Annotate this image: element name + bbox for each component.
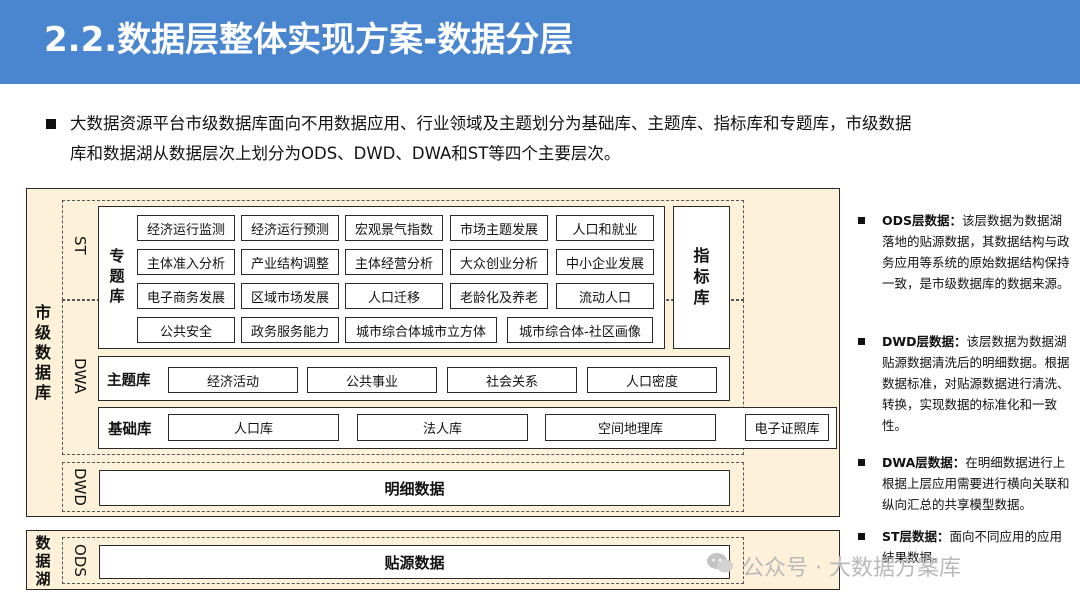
source-data-bar: 贴源数据 <box>99 545 730 579</box>
topic-database-label: 专题库 <box>102 238 132 313</box>
dwd-layer-label: DWD <box>71 468 89 506</box>
topic-cell: 主体经营分析 <box>345 249 443 275</box>
note-term: DWD层数据： <box>882 334 967 349</box>
watermark-text: 公众号 · 大数据方案库 <box>742 556 961 581</box>
city-database-label: 市级数据库 <box>28 300 58 405</box>
topic-database-label-char: 库 <box>109 286 125 305</box>
topic-cell: 大众创业分析 <box>450 249 548 275</box>
topic-cell: 区域市场发展 <box>241 283 339 309</box>
city-database-label-char: 数 <box>34 342 51 362</box>
note-paragraph: DWD层数据：该层数据为数据湖贴源数据清洗后的明细数据。根据数据标准，对贴源数据… <box>882 331 1074 436</box>
intro-line-1: 大数据资源平台市级数据库面向不用数据应用、行业领域及主题划分为基础库、主题库、指… <box>70 114 912 133</box>
note-bullet <box>858 338 865 345</box>
indicator-database-label-char: 指 <box>693 245 710 265</box>
city-database-label-char: 级 <box>34 322 51 342</box>
topic-cell: 宏观景气指数 <box>345 215 443 241</box>
topic-cell: 电子商务发展 <box>137 283 235 309</box>
topic-cell: 人口和就业 <box>556 215 654 241</box>
base-item: 人口库 <box>168 414 339 441</box>
theme-item: 公共事业 <box>307 367 437 393</box>
wechat-icon <box>706 552 734 574</box>
topic-cell: 中小企业发展 <box>556 249 654 275</box>
st-layer-label: ST <box>71 236 89 255</box>
city-database-label-char: 库 <box>34 382 51 402</box>
topic-cell: 公共安全 <box>137 317 235 343</box>
note-paragraph: ODS层数据：该层数据为数据湖落地的贴源数据，其数据结构与政务应用等系统的原始数… <box>882 210 1074 294</box>
topic-cell: 城市综合体-社区画像 <box>507 317 653 343</box>
theme-item: 人口密度 <box>587 367 717 393</box>
data-lake-label-char: 湖 <box>35 570 51 588</box>
detail-data-bar: 明细数据 <box>99 470 730 506</box>
note-term: DWA层数据： <box>882 455 966 470</box>
data-lake-label-char: 数 <box>35 534 51 552</box>
topic-cell: 城市综合体城市立方体 <box>345 317 497 343</box>
topic-cell: 人口迁移 <box>345 283 443 309</box>
topic-database-label-char: 题 <box>109 266 125 285</box>
indicator-database-label-char: 标 <box>693 266 710 286</box>
data-lake-label: 数据湖 <box>28 534 58 588</box>
topic-cell: 政务服务能力 <box>241 317 339 343</box>
topic-cell: 主体准入分析 <box>137 249 235 275</box>
note-term: ST层数据： <box>882 529 950 544</box>
base-item: 空间地理库 <box>545 414 716 441</box>
intro-bullet <box>46 119 56 129</box>
intro-line-2: 库和数据湖从数据层次上划分为ODS、DWD、DWA和ST等四个主要层次。 <box>70 144 621 163</box>
topic-cell: 市场主题发展 <box>450 215 548 241</box>
theme-database-label: 主题库 <box>107 373 151 389</box>
note-term: ODS层数据： <box>882 213 963 228</box>
city-database-label-char: 市 <box>34 302 51 322</box>
topic-cell: 经济运行监测 <box>137 215 235 241</box>
theme-item: 经济活动 <box>168 367 298 393</box>
data-lake-label-char: 据 <box>35 552 51 570</box>
topic-cell: 流动人口 <box>556 283 654 309</box>
page-title: 2.2.数据层整体实现方案-数据分层 <box>44 20 574 60</box>
city-database-label-char: 据 <box>34 362 51 382</box>
note-bullet <box>858 217 865 224</box>
base-item: 电子证照库 <box>745 414 829 441</box>
topic-cell: 经济运行预测 <box>241 215 339 241</box>
topic-cell: 产业结构调整 <box>241 249 339 275</box>
dwa-layer-label: DWA <box>71 358 89 394</box>
ods-layer-label: ODS <box>71 544 89 577</box>
theme-item: 社会关系 <box>447 367 577 393</box>
note-paragraph: DWA层数据：在明细数据进行上根据上层应用需要进行横向关联和纵向汇总的共享模型数… <box>882 452 1074 515</box>
indicator-database-label-char: 库 <box>693 287 710 307</box>
topic-cell: 老龄化及养老 <box>450 283 548 309</box>
indicator-database-label: 指标库 <box>673 240 730 312</box>
topic-database-label-char: 专 <box>109 246 125 265</box>
base-database-label: 基础库 <box>108 422 152 438</box>
note-bullet <box>858 459 865 466</box>
note-bullet <box>858 533 865 540</box>
base-item: 法人库 <box>357 414 528 441</box>
